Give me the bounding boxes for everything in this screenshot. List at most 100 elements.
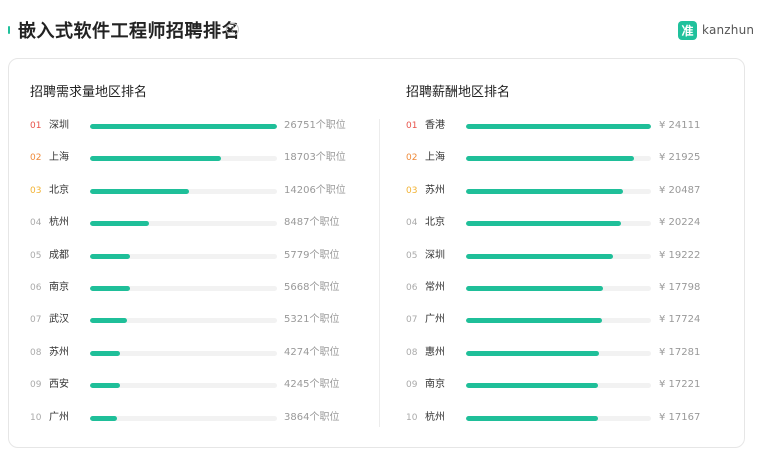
- rank-row[interactable]: 10 杭州 ¥ 17167: [406, 411, 736, 425]
- rank-value: 4274个职位: [284, 346, 340, 358]
- rank-city: 杭州: [49, 217, 69, 229]
- rank-city: 南京: [425, 379, 445, 391]
- rank-city: 常州: [425, 282, 445, 293]
- rank-value: ¥ 19222: [659, 249, 701, 261]
- rank-value: ¥ 21925: [659, 152, 701, 164]
- jobs-panel-title: 招聘需求量地区排名: [30, 85, 148, 100]
- rank-number: 03: [30, 185, 42, 196]
- rank-bar-fill: [466, 124, 651, 129]
- rank-bar-fill: [90, 286, 130, 291]
- rank-city: 成都: [49, 249, 69, 261]
- rank-bar-track: [90, 156, 277, 162]
- rank-value: ¥ 17281: [659, 346, 701, 358]
- panel-divider: [379, 119, 380, 427]
- rank-number: 04: [30, 218, 42, 229]
- kanzhun-logo-icon: 准: [678, 20, 697, 40]
- rank-number: 05: [406, 250, 418, 261]
- rank-row[interactable]: 09 南京 ¥ 17221: [406, 378, 736, 392]
- rank-row[interactable]: 05 成都 5779个职位: [30, 249, 360, 263]
- rank-row[interactable]: 10 广州 3864个职位: [30, 411, 360, 425]
- rank-bar-track: [466, 156, 651, 162]
- rank-bar-track: [466, 318, 651, 324]
- rank-city: 北京: [425, 217, 445, 229]
- rank-bar-track: [90, 188, 277, 194]
- rank-bar-track: [90, 350, 277, 356]
- rank-row[interactable]: 07 武汉 5321个职位: [30, 313, 360, 327]
- rank-bar-fill: [466, 415, 598, 421]
- rank-row[interactable]: 03 苏州 ¥ 20487: [406, 184, 736, 198]
- rank-number: 02: [30, 153, 42, 164]
- rank-value: ¥ 17724: [659, 314, 701, 326]
- rank-city: 广州: [49, 411, 69, 423]
- rank-bar-fill: [90, 253, 131, 259]
- rank-city: 香港: [425, 120, 445, 131]
- rank-number: 05: [30, 250, 42, 261]
- rank-city: 广州: [425, 314, 445, 326]
- rank-row[interactable]: 01 深圳 26751个职位: [30, 119, 360, 133]
- rank-row[interactable]: 08 苏州 4274个职位: [30, 346, 360, 360]
- rank-number: 10: [406, 412, 418, 423]
- rank-number: 01: [406, 121, 418, 131]
- rank-value: ¥ 24111: [659, 120, 701, 131]
- rank-number: 07: [30, 315, 42, 326]
- rank-number: 10: [30, 412, 42, 423]
- rank-number: 06: [406, 283, 418, 293]
- rank-bar-fill: [466, 188, 624, 194]
- rank-row[interactable]: 07 广州 ¥ 17724: [406, 313, 736, 327]
- rank-row[interactable]: 06 常州 ¥ 17798: [406, 281, 736, 295]
- rank-bar-track: [466, 383, 651, 389]
- help-icon[interactable]: ?: [226, 23, 239, 36]
- page-header: 嵌入式软件工程师招聘排名 ? 准 kanzhun: [0, 0, 765, 58]
- rank-row[interactable]: 04 北京 ¥ 20224: [406, 216, 736, 230]
- rank-bar-fill: [90, 350, 120, 356]
- rank-bar-fill: [466, 221, 622, 227]
- page-title: 嵌入式软件工程师招聘排名: [18, 21, 240, 42]
- rank-value: ¥ 20224: [659, 217, 701, 229]
- rank-bar-fill: [90, 188, 190, 194]
- rank-value: 4245个职位: [284, 379, 340, 391]
- rank-bar-fill: [466, 318, 602, 324]
- rank-bar-fill: [466, 383, 599, 389]
- rank-value: ¥ 17167: [659, 411, 701, 423]
- rank-bar-track: [466, 124, 651, 129]
- rank-city: 上海: [49, 152, 69, 164]
- rank-row[interactable]: 03 北京 14206个职位: [30, 184, 360, 198]
- rank-bar-track: [90, 124, 277, 129]
- rank-number: 08: [30, 347, 42, 358]
- rank-bar-fill: [466, 350, 599, 356]
- rank-bar-track: [90, 286, 277, 291]
- rank-city: 南京: [49, 282, 69, 293]
- rank-bar-fill: [466, 253, 614, 259]
- rank-value: 5668个职位: [284, 282, 340, 293]
- rank-bar-track: [466, 286, 651, 291]
- kanzhun-logo-text: kanzhun: [702, 23, 755, 37]
- rank-bar-track: [466, 221, 651, 227]
- rank-row[interactable]: 09 西安 4245个职位: [30, 378, 360, 392]
- rank-bar-track: [466, 188, 651, 194]
- rank-number: 09: [30, 380, 42, 391]
- rank-bar-track: [90, 383, 277, 389]
- rank-bar-track: [466, 415, 651, 421]
- rank-value: 18703个职位: [284, 152, 346, 164]
- rank-row[interactable]: 01 香港 ¥ 24111: [406, 119, 736, 133]
- rank-bar-fill: [90, 124, 277, 129]
- rank-row[interactable]: 05 深圳 ¥ 19222: [406, 249, 736, 263]
- kanzhun-logo[interactable]: 准 kanzhun: [678, 20, 754, 40]
- rank-value: ¥ 20487: [659, 184, 701, 196]
- rank-bar-track: [90, 415, 277, 421]
- rank-row[interactable]: 06 南京 5668个职位: [30, 281, 360, 295]
- rank-city: 武汉: [49, 314, 69, 326]
- rank-bar-track: [466, 350, 651, 356]
- rank-row[interactable]: 02 上海 18703个职位: [30, 151, 360, 165]
- rank-value: 14206个职位: [284, 184, 346, 196]
- rank-row[interactable]: 04 杭州 8487个职位: [30, 216, 360, 230]
- rank-number: 07: [406, 315, 418, 326]
- rank-city: 西安: [49, 379, 69, 391]
- salary-panel-title: 招聘薪酬地区排名: [406, 85, 511, 100]
- rank-row[interactable]: 08 惠州 ¥ 17281: [406, 346, 736, 360]
- rank-value: ¥ 17798: [659, 282, 701, 293]
- rank-row[interactable]: 02 上海 ¥ 21925: [406, 151, 736, 165]
- rank-value: 5779个职位: [284, 249, 340, 261]
- rank-number: 04: [406, 218, 418, 229]
- rank-value: ¥ 17221: [659, 379, 701, 391]
